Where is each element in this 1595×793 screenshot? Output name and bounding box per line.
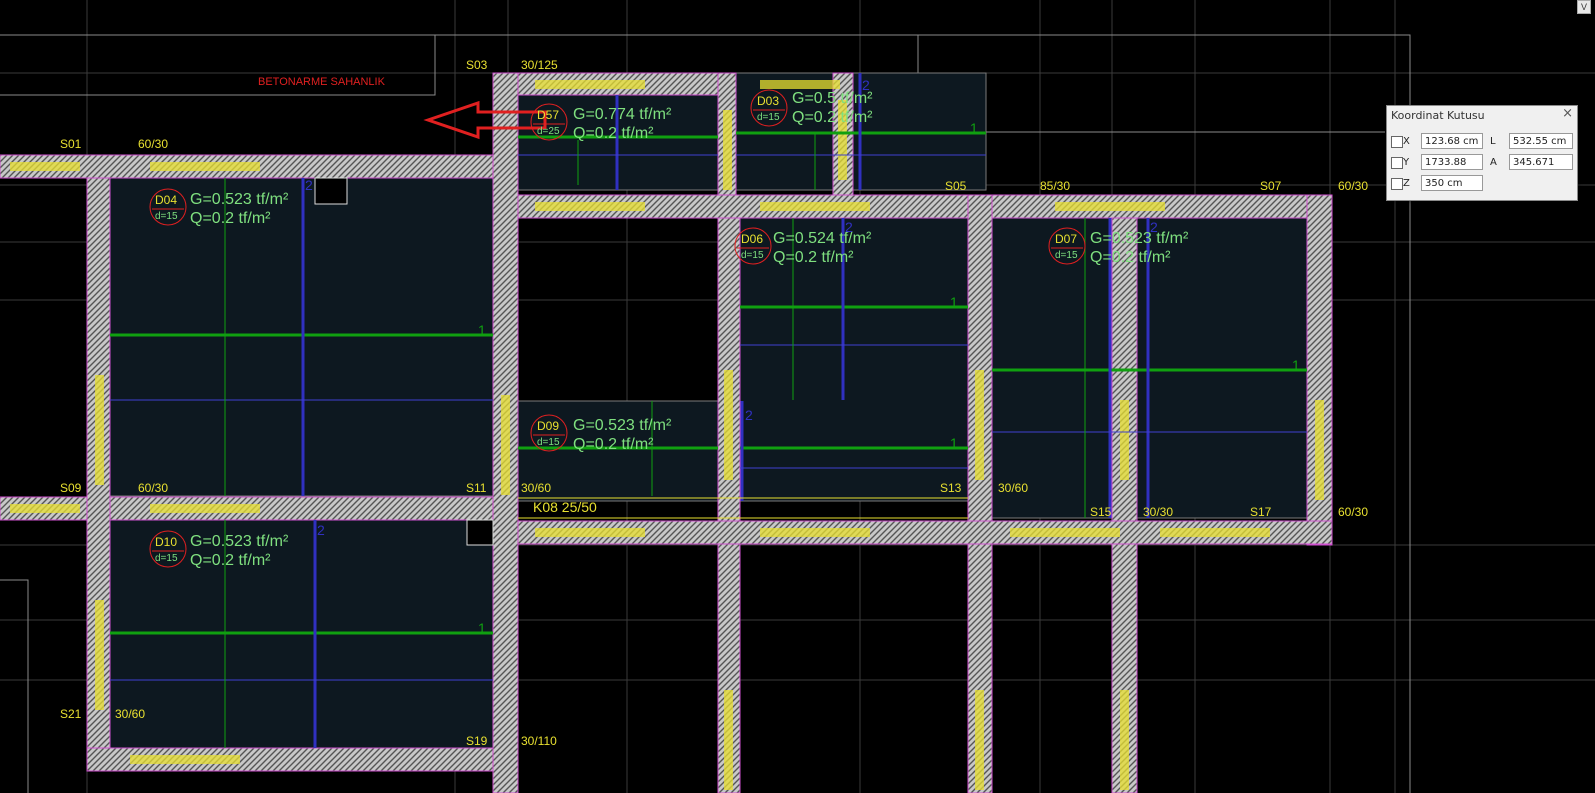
svg-text:Q=0.2 tf/m²: Q=0.2 tf/m² <box>1090 249 1171 266</box>
column-label-s15: S15 <box>1090 505 1112 519</box>
svg-text:D06: D06 <box>741 232 763 246</box>
svg-text:G=0.523 tf/m²: G=0.523 tf/m² <box>573 417 672 434</box>
svg-text:2: 2 <box>745 407 753 423</box>
svg-text:d=25: d=25 <box>537 126 560 137</box>
beam-label-k08: K08 25/50 <box>533 499 597 515</box>
dimension-label: 30/60 <box>521 481 551 495</box>
dimension-label: 30/60 <box>998 481 1028 495</box>
column-label-s13: S13 <box>940 481 962 495</box>
y-lock-checkbox[interactable] <box>1391 157 1403 169</box>
svg-text:D09: D09 <box>537 419 559 433</box>
svg-text:Q=0.2 tf/m²: Q=0.2 tf/m² <box>573 436 654 453</box>
svg-text:1: 1 <box>950 294 958 310</box>
svg-text:d=15: d=15 <box>1055 250 1078 261</box>
svg-text:Q=0.2 tf/m²: Q=0.2 tf/m² <box>773 249 854 266</box>
svg-text:d=15: d=15 <box>155 211 178 222</box>
dimension-label: 60/30 <box>1338 179 1368 193</box>
svg-text:2: 2 <box>862 77 870 93</box>
x-value-field[interactable]: 123.68 cm <box>1421 133 1483 149</box>
svg-text:Q=0.2 tf/m²: Q=0.2 tf/m² <box>792 109 873 126</box>
z-value-field[interactable]: 350 cm <box>1421 175 1483 191</box>
dimension-label: 60/30 <box>138 481 168 495</box>
svg-text:1: 1 <box>478 620 486 636</box>
dimension-label: 60/30 <box>138 137 168 151</box>
column-label-s11: S11 <box>466 481 487 495</box>
a-label: A <box>1490 157 1497 168</box>
column-label-s03: S03 <box>466 58 488 72</box>
dimension-label: 30/60 <box>115 707 145 721</box>
dimension-label: 85/30 <box>1040 179 1070 193</box>
z-label: Z <box>1403 178 1410 189</box>
column-label-s21: S21 <box>60 707 82 721</box>
svg-text:D57: D57 <box>537 108 559 122</box>
svg-text:G=0.523 tf/m²: G=0.523 tf/m² <box>190 191 289 208</box>
svg-text:D03: D03 <box>757 94 779 108</box>
svg-text:2: 2 <box>317 522 325 538</box>
svg-text:d=15: d=15 <box>741 250 764 261</box>
svg-text:2: 2 <box>1150 219 1158 235</box>
dimension-label: 30/125 <box>521 58 558 72</box>
column-label-s17: S17 <box>1250 505 1272 519</box>
svg-text:Q=0.2 tf/m²: Q=0.2 tf/m² <box>190 210 271 227</box>
a-value-field[interactable]: 345.671 <box>1509 154 1573 170</box>
svg-text:G=0.774 tf/m²: G=0.774 tf/m² <box>573 106 672 123</box>
column-label-s19: S19 <box>466 734 488 748</box>
cad-drawing-canvas[interactable]: BETONARME SAHANLIK S01 S03 S05 S07 S09 S… <box>0 0 1595 793</box>
svg-text:1: 1 <box>970 120 978 136</box>
coordinate-row-z: Z 350 cm <box>1391 175 1575 193</box>
x-label: X <box>1403 136 1410 147</box>
svg-text:d=15: d=15 <box>537 437 560 448</box>
annotation-title: BETONARME SAHANLIK <box>258 76 386 88</box>
svg-text:d=15: d=15 <box>155 553 178 564</box>
l-value-field[interactable]: 532.55 cm <box>1509 133 1573 149</box>
svg-text:2: 2 <box>305 177 313 193</box>
svg-text:G=0.5 tf/m²: G=0.5 tf/m² <box>792 90 873 107</box>
dimension-label: 30/110 <box>521 734 557 748</box>
column-label-s05: S05 <box>945 179 967 193</box>
svg-text:1: 1 <box>478 322 486 338</box>
coordinate-box-panel[interactable]: Koordinat Kutusu × X 123.68 cm L 532.55 … <box>1386 105 1578 201</box>
svg-text:1: 1 <box>1292 357 1300 373</box>
close-icon[interactable]: × <box>1562 106 1573 121</box>
dimension-label: 60/30 <box>1338 505 1368 519</box>
svg-text:D10: D10 <box>155 535 177 549</box>
svg-text:1: 1 <box>950 435 958 451</box>
svg-text:2: 2 <box>845 219 853 235</box>
l-label: L <box>1490 136 1496 147</box>
coordinate-row-y: Y 1733.88 cm A 345.671 <box>1391 154 1575 184</box>
svg-text:G=0.523 tf/m²: G=0.523 tf/m² <box>190 533 289 550</box>
svg-text:D07: D07 <box>1055 232 1077 246</box>
svg-text:G=0.524 tf/m²: G=0.524 tf/m² <box>773 230 872 247</box>
svg-text:d=15: d=15 <box>757 112 780 123</box>
coordinate-row-x: X 123.68 cm L 532.55 cm <box>1391 133 1575 151</box>
svg-text:Q=0.2 tf/m²: Q=0.2 tf/m² <box>573 125 654 142</box>
y-value-field[interactable]: 1733.88 cm <box>1421 154 1483 184</box>
svg-text:D04: D04 <box>155 193 177 207</box>
svg-text:Q=0.2 tf/m²: Q=0.2 tf/m² <box>190 552 271 569</box>
column-label-s09: S09 <box>60 481 82 495</box>
panel-title: Koordinat Kutusu <box>1391 109 1485 122</box>
z-lock-checkbox[interactable] <box>1391 178 1403 190</box>
corner-button[interactable]: V <box>1577 0 1591 14</box>
column-label-s07: S07 <box>1260 179 1282 193</box>
column-label-s01: S01 <box>60 137 82 151</box>
y-label: Y <box>1403 157 1410 168</box>
svg-text:G=0.523 tf/m²: G=0.523 tf/m² <box>1090 230 1189 247</box>
dimension-label: 30/30 <box>1143 505 1173 519</box>
x-lock-checkbox[interactable] <box>1391 136 1403 148</box>
